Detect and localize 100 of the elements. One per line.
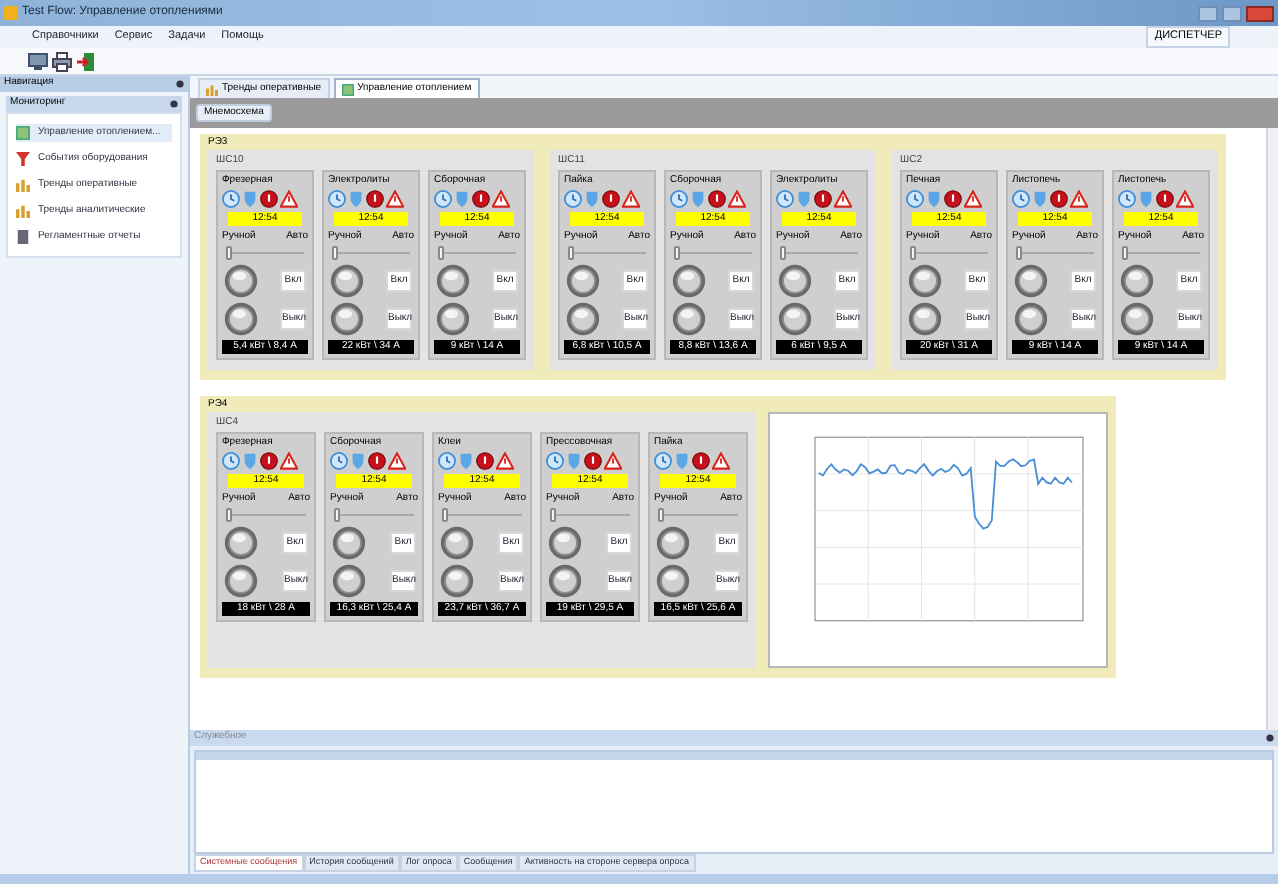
mode-slider[interactable] [226, 508, 306, 522]
clock-icon [906, 190, 924, 208]
mode-slider[interactable] [438, 246, 516, 260]
alarm-icon [814, 190, 832, 208]
round-push-button[interactable] [656, 564, 690, 598]
pin-icon[interactable] [176, 80, 184, 88]
round-push-button[interactable] [778, 302, 812, 336]
shield-icon [454, 190, 470, 208]
shield-icon [242, 452, 258, 470]
bar-chart-icon [16, 204, 30, 218]
close-button[interactable] [1246, 5, 1274, 21]
warning-icon [280, 190, 298, 208]
alarm-icon [944, 190, 962, 208]
warning-icon [492, 190, 510, 208]
shield-icon [1138, 190, 1154, 208]
shield-icon [242, 190, 258, 208]
round-push-button[interactable] [332, 564, 366, 598]
round-push-button[interactable] [1014, 264, 1048, 298]
alarm-icon [708, 190, 726, 208]
round-push-button[interactable] [332, 526, 366, 560]
round-push-button[interactable] [224, 564, 258, 598]
warning-icon [1176, 190, 1194, 208]
warning-icon [728, 190, 746, 208]
round-push-button[interactable] [1120, 264, 1154, 298]
alarm-icon [260, 190, 278, 208]
checkbox-icon [341, 83, 354, 95]
alarm-icon [1050, 190, 1068, 208]
warning-icon [1070, 190, 1088, 208]
mode-slider[interactable] [226, 246, 304, 260]
alarm-icon [366, 190, 384, 208]
shield-icon [350, 452, 366, 470]
warning-icon [280, 452, 298, 470]
warning-icon [496, 452, 514, 470]
clock-icon [222, 190, 240, 208]
clock-icon [438, 452, 456, 470]
pin-icon[interactable] [1266, 734, 1274, 742]
checkbox-icon [16, 126, 30, 140]
round-push-button[interactable] [548, 564, 582, 598]
funnel-icon [16, 152, 30, 166]
exit-icon[interactable] [76, 51, 96, 71]
round-push-button[interactable] [224, 264, 258, 298]
round-push-button[interactable] [224, 302, 258, 336]
round-push-button[interactable] [566, 302, 600, 336]
alarm-icon [602, 190, 620, 208]
shield-icon [348, 190, 364, 208]
clock-icon [654, 452, 672, 470]
shield-icon [584, 190, 600, 208]
warning-icon [834, 190, 852, 208]
document-icon [16, 230, 30, 244]
bar-chart-icon [16, 178, 30, 192]
clock-icon [330, 452, 348, 470]
clock-icon [328, 190, 346, 208]
clock-icon [434, 190, 452, 208]
round-push-button[interactable] [672, 302, 706, 336]
mode-slider[interactable] [658, 508, 738, 522]
mode-slider[interactable] [550, 508, 630, 522]
round-push-button[interactable] [672, 264, 706, 298]
mode-slider[interactable] [910, 246, 988, 260]
clock-icon [776, 190, 794, 208]
round-push-button[interactable] [440, 564, 474, 598]
mode-slider[interactable] [442, 508, 522, 522]
round-push-button[interactable] [566, 264, 600, 298]
monitor-icon[interactable] [28, 51, 48, 71]
round-push-button[interactable] [1014, 302, 1048, 336]
shield-icon [926, 190, 942, 208]
round-push-button[interactable] [778, 264, 812, 298]
round-push-button[interactable] [908, 264, 942, 298]
clock-icon [222, 452, 240, 470]
alarm-icon [476, 452, 494, 470]
alarm-icon [692, 452, 710, 470]
printer-icon[interactable] [52, 51, 72, 71]
alarm-icon [472, 190, 490, 208]
mode-slider[interactable] [674, 246, 752, 260]
round-push-button[interactable] [656, 526, 690, 560]
collapse-icon[interactable] [170, 100, 178, 108]
mode-slider[interactable] [568, 246, 646, 260]
alarm-icon [584, 452, 602, 470]
mode-slider[interactable] [1122, 246, 1200, 260]
round-push-button[interactable] [548, 526, 582, 560]
round-push-button[interactable] [224, 526, 258, 560]
shield-icon [690, 190, 706, 208]
shield-icon [796, 190, 812, 208]
round-push-button[interactable] [436, 264, 470, 298]
mode-slider[interactable] [332, 246, 410, 260]
alarm-icon [260, 452, 278, 470]
mode-slider[interactable] [1016, 246, 1094, 260]
round-push-button[interactable] [440, 526, 474, 560]
clock-icon [1118, 190, 1136, 208]
round-push-button[interactable] [436, 302, 470, 336]
round-push-button[interactable] [330, 264, 364, 298]
mode-slider[interactable] [334, 508, 414, 522]
scrollbar[interactable] [1266, 128, 1278, 730]
clock-icon [1012, 190, 1030, 208]
round-push-button[interactable] [1120, 302, 1154, 336]
mode-slider[interactable] [780, 246, 858, 260]
round-push-button[interactable] [908, 302, 942, 336]
warning-icon [622, 190, 640, 208]
clock-icon [546, 452, 564, 470]
round-push-button[interactable] [330, 302, 364, 336]
warning-icon [964, 190, 982, 208]
